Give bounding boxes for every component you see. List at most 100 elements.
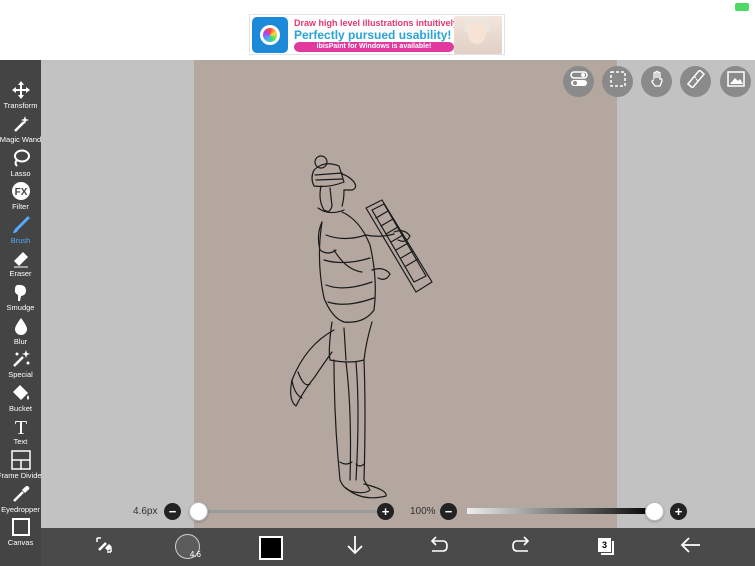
canvas-workspace[interactable] [41,60,755,528]
opacity-slider[interactable] [467,508,655,514]
image-icon [726,71,745,92]
brush-size-value: 4.6px [133,506,158,517]
status-right: ◉ 82% [698,1,749,12]
status-bar: 9:24 PM Tue Aug 25 ◉ 82% [0,0,755,14]
minus-icon: − [444,504,453,519]
ad-subline: ibisPaint for Windows is available! [294,42,454,52]
minus-icon: − [168,504,177,519]
tool-sidebar: Transform Magic Wand Lasso FX Filter Bru… [0,60,45,566]
special-wand-icon [11,349,31,369]
tool-special[interactable]: Special [0,349,41,382]
tool-label: Smudge [6,303,35,312]
battery-icon [735,2,749,11]
ibispaint-logo-icon [252,17,288,53]
text-icon: T [11,416,31,436]
selection-icon [609,70,627,93]
hand-icon [648,70,666,93]
toggle-panel-button[interactable] [563,66,594,97]
tool-eyedropper[interactable]: Eyedropper [0,484,41,517]
tool-blur[interactable]: Blur [0,316,41,349]
bottom-toolbar: 4.6 3 [41,528,755,566]
tool-label: Lasso [10,169,31,178]
line-art-drawing [290,155,433,499]
bucket-icon [11,383,31,403]
svg-text:FX: FX [14,187,27,198]
eraser-icon [11,248,31,268]
tool-label: Canvas [7,538,34,547]
reference-image-button[interactable] [720,66,751,97]
svg-text:T: T [14,417,26,436]
tool-magic-wand[interactable]: Magic Wand [0,114,41,147]
plus-icon: + [674,504,683,519]
layer-count: 3 [597,537,612,553]
canvas-icon [11,517,31,537]
toggle-icon [569,71,588,92]
layers-button[interactable]: 3 [597,537,615,557]
brush-size-slider[interactable] [199,510,385,513]
fx-icon: FX [11,181,31,201]
tool-label: Magic Wand [0,135,42,144]
drawing-canvas[interactable] [194,60,617,528]
magic-wand-icon [11,114,31,134]
ad-illustration [454,16,502,54]
ad-tagline: Perfectly pursued usability! [294,28,452,42]
brush-size-plus-button[interactable]: + [377,503,394,520]
brush-size-slider-thumb[interactable] [189,502,208,521]
ruler-button[interactable] [680,66,711,97]
tool-label: Eyedropper [1,505,40,514]
battery-percent: 82% [710,1,731,12]
tool-filter[interactable]: FX Filter [0,181,41,214]
brush-eraser-swap-button[interactable] [90,533,118,561]
status-time: 9:24 PM [4,1,42,12]
brush-size-minus-button[interactable]: − [164,503,181,520]
frame-divider-icon [10,450,31,470]
opacity-value: 100% [410,506,436,517]
tool-lasso[interactable]: Lasso [0,148,41,181]
tool-text[interactable]: T Text [0,416,41,449]
color-swatch-button[interactable] [259,536,283,560]
selection-button[interactable] [602,66,633,97]
brush-preview-button[interactable]: 4.6 [175,534,201,559]
opacity-slider-thumb[interactable] [645,502,664,521]
smudge-icon [11,282,31,302]
wifi-icon: ◉ [698,1,707,12]
tool-label: Frame Divider [0,471,45,480]
arrow-down-icon [345,534,365,561]
undo-icon [427,535,449,559]
status-date: Tue Aug 25 [47,1,100,12]
tool-brush[interactable]: Brush [0,215,41,248]
tool-canvas[interactable]: Canvas [0,517,41,550]
tool-smudge[interactable]: Smudge [0,282,41,315]
move-icon [11,80,31,100]
redo-button[interactable] [508,533,536,561]
ad-headline: Draw high level illustrations intuitivel… [294,18,462,28]
brush-size-badge: 4.6 [189,550,201,559]
import-down-button[interactable] [341,533,369,561]
undo-button[interactable] [424,533,452,561]
tool-frame-divider[interactable]: Frame Divider [0,450,45,483]
swap-tool-icon [93,534,115,561]
plus-icon: + [381,504,390,519]
blur-drop-icon [11,316,31,336]
tool-label: Brush [10,236,31,245]
ruler-icon [686,69,705,93]
opacity-minus-button[interactable]: − [440,503,457,520]
touch-gesture-button[interactable] [641,66,672,97]
tool-transform[interactable]: Transform [0,80,41,113]
opacity-plus-button[interactable]: + [670,503,687,520]
tool-label: Filter [12,202,29,211]
arrow-left-icon [680,536,702,559]
tool-label: Bucket [9,404,32,413]
tool-label: Blur [13,337,28,346]
tool-label: Transform [3,101,38,110]
back-button[interactable] [677,533,705,561]
lasso-icon [11,148,31,168]
eyedropper-icon [11,484,31,504]
redo-icon [511,535,533,559]
ad-banner[interactable]: Draw high level illustrations intuitivel… [249,14,505,55]
tool-bucket[interactable]: Bucket [0,383,41,416]
brush-icon [11,215,31,235]
tool-eraser[interactable]: Eraser [0,248,41,281]
tool-label: Special [8,370,33,379]
tool-label: Text [13,437,28,446]
